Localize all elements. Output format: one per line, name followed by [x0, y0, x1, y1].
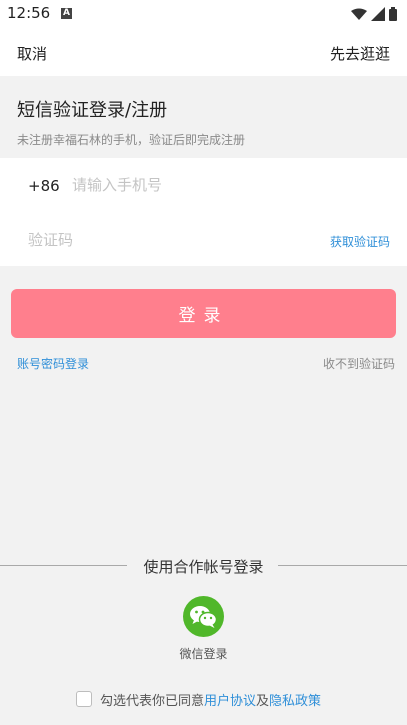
login-screen: 12:56 A 取消 先去逛逛 短信验证登录/注册 未注册幸福石林的手机，验证后…: [0, 0, 407, 725]
agreement-checkbox[interactable]: [76, 691, 92, 707]
no-code-link[interactable]: 收不到验证码: [323, 355, 395, 372]
status-icons: [351, 6, 397, 22]
login-form: +86 获取验证码: [0, 158, 407, 266]
phone-input[interactable]: [72, 172, 372, 198]
wechat-login-button[interactable]: [183, 596, 224, 637]
wechat-icon: [190, 606, 218, 628]
signal-icon: [371, 7, 385, 21]
wechat-login-label: 微信登录: [179, 647, 228, 661]
divider-right: [278, 565, 407, 566]
password-login-link[interactable]: 账号密码登录: [17, 355, 89, 372]
user-agreement-link[interactable]: 用户协议: [204, 690, 256, 709]
agreement-prefix: 勾选代表你已同意: [100, 693, 205, 709]
verification-code-input[interactable]: [28, 227, 288, 253]
partner-login-title: 使用合作帐号登录: [143, 558, 264, 576]
status-time: 12:56: [7, 4, 51, 22]
top-bar: 取消 先去逛逛: [0, 30, 407, 76]
agreement-and: 及: [256, 693, 270, 709]
page-subtitle: 未注册幸福石林的手机，验证后即完成注册: [17, 133, 246, 147]
skip-button[interactable]: 先去逛逛: [330, 43, 390, 64]
privacy-policy-link[interactable]: 隐私政策: [269, 690, 321, 709]
page-title: 短信验证登录/注册: [17, 100, 168, 121]
cancel-button[interactable]: 取消: [17, 43, 47, 64]
wifi-icon: [351, 8, 367, 20]
battery-icon: [389, 7, 397, 21]
get-code-button[interactable]: 获取验证码: [330, 233, 390, 250]
status-bar: 12:56 A: [0, 0, 407, 30]
agreement-row: 勾选代表你已同意 用户协议 及 隐私政策: [76, 689, 321, 709]
login-button[interactable]: 登录: [11, 289, 396, 338]
notification-icon: A: [61, 8, 72, 19]
country-code[interactable]: +86: [28, 177, 60, 195]
